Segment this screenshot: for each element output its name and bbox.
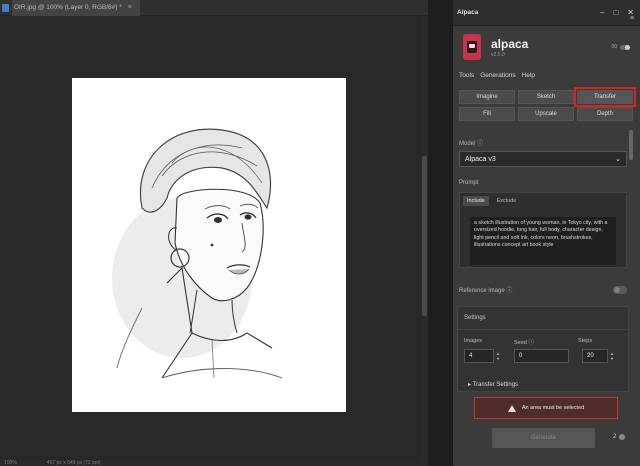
prompt-box: Include Exclude a sketch illustration of… — [459, 192, 627, 268]
tool-grid: Imagine Sketch Transfer Fill Upscale Dep… — [459, 87, 636, 121]
canvas-area[interactable] — [0, 16, 428, 460]
portrait-sketch-image — [72, 78, 346, 412]
steps-label: Steps — [578, 338, 593, 344]
status-bar: 100% 467 px x 649 px (72 ppi) — [0, 460, 428, 466]
tool-fill-button[interactable]: Fill — [459, 107, 515, 121]
tool-transfer-button[interactable]: Transfer — [574, 87, 636, 107]
model-label: Model ⓘ — [459, 141, 484, 147]
prompt-tab-include[interactable]: Include — [463, 196, 489, 206]
prompt-label: Prompt — [459, 180, 479, 186]
photoshop-icon — [2, 3, 9, 12]
transfer-settings-toggle[interactable]: ▸ Transfer Settings — [468, 381, 518, 388]
panel-menu-icon[interactable]: ≡ — [630, 15, 634, 22]
app-version: v2.5.0 — [491, 51, 505, 58]
steps-stepper[interactable]: ▲ ▼ — [610, 349, 616, 363]
tool-sketch-button[interactable]: Sketch — [518, 90, 574, 104]
model-select[interactable]: Alpaca v3 ⌄ — [459, 151, 627, 167]
close-icon[interactable]: × — [128, 4, 132, 11]
prompt-tabs: Include Exclude — [460, 193, 626, 209]
seed-input[interactable]: 0 — [514, 349, 569, 363]
artboard-image — [72, 78, 346, 412]
generation-count-value: 2 — [613, 434, 617, 440]
menu-help[interactable]: Help — [522, 72, 535, 79]
prompt-textarea[interactable]: a sketch illustration of young woman, in… — [470, 217, 616, 265]
credit-icon — [619, 434, 626, 440]
generate-button[interactable]: Generate — [492, 428, 595, 448]
tool-imagine-button[interactable]: Imagine — [459, 90, 515, 104]
prompt-tab-exclude[interactable]: Exclude — [493, 196, 521, 206]
chevron-down-icon: ⌄ — [615, 156, 621, 163]
brand-header: alpaca v2.5.0 — [463, 34, 528, 60]
menu-tools[interactable]: Tools — [459, 72, 474, 79]
zoom-readout: 100% — [4, 460, 17, 466]
top-menu: Tools Generations Help — [459, 72, 535, 79]
settings-title: Settings — [464, 315, 486, 321]
scrollbar-thumb[interactable] — [422, 156, 427, 316]
minimize-icon[interactable]: – — [600, 8, 604, 17]
reference-image-label: Reference image ⓘ — [459, 288, 513, 294]
menu-generations[interactable]: Generations — [480, 72, 515, 79]
document-tab[interactable]: OIR.jpg @ 100% (Layer 0, RGB/8#) * × — [12, 0, 140, 16]
steps-input[interactable]: 20 — [582, 349, 608, 363]
panel-divider — [428, 0, 452, 466]
warning-icon — [507, 404, 516, 412]
images-input[interactable]: 4 — [464, 349, 494, 363]
reference-image-toggle[interactable] — [613, 285, 627, 294]
tool-depth-button[interactable]: Depth — [577, 107, 633, 121]
generation-count: 2 — [613, 434, 626, 440]
seed-label: Seed ⓘ — [514, 340, 534, 346]
stepper-down-icon[interactable]: ▼ — [496, 356, 502, 361]
transfer-settings-label: Transfer Settings — [472, 382, 519, 388]
panel-tab-alpaca[interactable]: Alpaca — [457, 9, 478, 16]
settings-section: Settings Images 4 ▲ ▼ Seed ⓘ 0 Steps 20 ▲… — [457, 306, 629, 392]
document-tab-bar: OIR.jpg @ 100% (Layer 0, RGB/8#) * × — [0, 0, 428, 16]
error-message: An area must be selected — [521, 405, 585, 411]
alpaca-logo-icon — [463, 34, 481, 60]
chevron-right-icon: ▸ — [468, 382, 472, 388]
theme-toggle[interactable]: 00 — [611, 44, 630, 50]
alpaca-panel: Alpaca – □ ✕ ≡ alpaca v2.5.0 00 Tools Ge… — [452, 0, 640, 466]
images-stepper[interactable]: ▲ ▼ — [496, 349, 502, 363]
images-label: Images — [464, 338, 483, 344]
document-size-readout: 467 px x 649 px (72 ppi) — [46, 460, 101, 466]
panel-scrollbar[interactable] — [629, 130, 633, 160]
window-controls: – □ ✕ — [600, 8, 634, 17]
toggle-switch[interactable] — [620, 44, 630, 50]
reference-image-row: Reference image ⓘ — [459, 285, 627, 294]
settings-divider — [458, 329, 628, 330]
stepper-down-icon[interactable]: ▼ — [610, 356, 616, 361]
tool-upscale-button[interactable]: Upscale — [518, 107, 574, 121]
canvas-vertical-scrollbar[interactable] — [421, 16, 428, 460]
model-select-value: Alpaca v3 — [465, 155, 496, 163]
toggle-label: 00 — [611, 44, 617, 50]
app-name: alpaca — [491, 36, 529, 51]
error-banner: An area must be selected — [474, 397, 618, 419]
document-tab-title: OIR.jpg @ 100% (Layer 0, RGB/8#) * — [14, 4, 122, 11]
maximize-icon[interactable]: □ — [613, 8, 618, 17]
panel-tab-bar: Alpaca – □ ✕ ≡ — [453, 0, 640, 26]
